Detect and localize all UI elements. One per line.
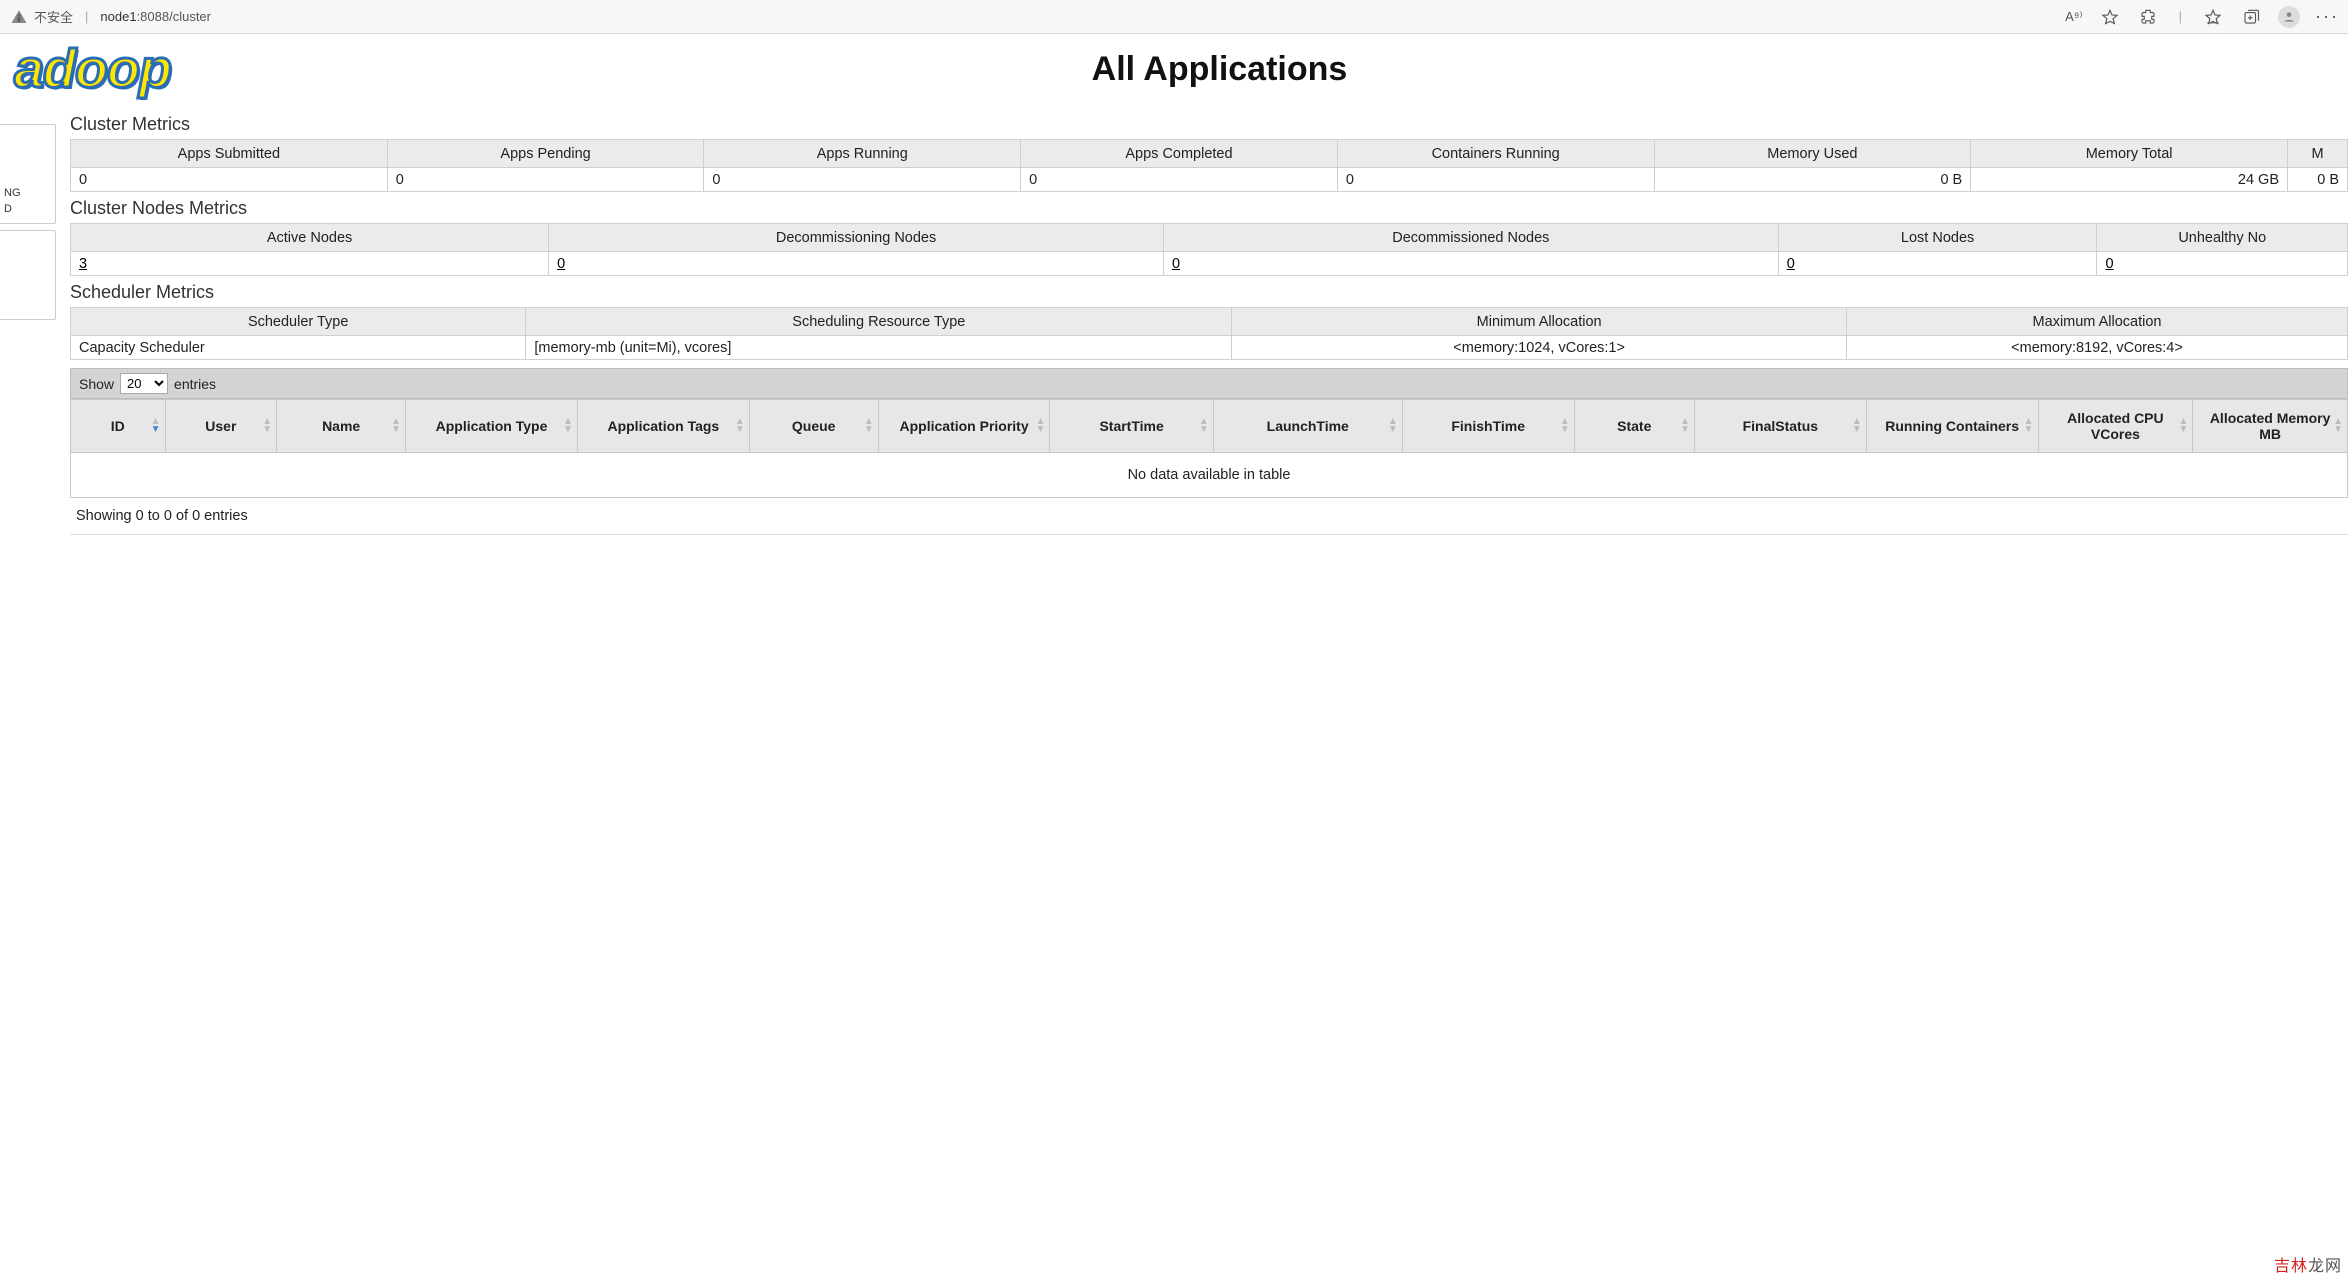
- col-resource-type: Scheduling Resource Type: [526, 308, 1232, 336]
- col-application-type[interactable]: Application Type▲▼: [406, 400, 578, 453]
- browser-toolbar-right: A⁹⁾ | ···: [2065, 6, 2338, 28]
- url-text[interactable]: node1:8088/cluster: [100, 9, 211, 24]
- col-memory-used: Memory Used: [1654, 140, 1971, 168]
- col-finalstatus[interactable]: FinalStatus▲▼: [1694, 400, 1866, 453]
- collections-icon[interactable]: [2240, 6, 2262, 28]
- applications-table: ID▲▼User▲▼Name▲▼Application Type▲▼Applic…: [70, 399, 2348, 498]
- col-queue[interactable]: Queue▲▼: [749, 400, 878, 453]
- sidebar-nav-fragment[interactable]: NG D: [0, 124, 56, 224]
- col-application-priority[interactable]: Application Priority▲▼: [878, 400, 1050, 453]
- active-nodes-link[interactable]: 3: [71, 252, 549, 276]
- col-apps-completed: Apps Completed: [1021, 140, 1338, 168]
- warning-icon: [10, 8, 28, 26]
- col-memory-reserved-partial: M: [2288, 140, 2348, 168]
- col-name[interactable]: Name▲▼: [277, 400, 406, 453]
- col-apps-pending: Apps Pending: [387, 140, 704, 168]
- security-indicator[interactable]: 不安全: [10, 7, 73, 26]
- main-content: adoop All Applications Cluster Metrics A…: [56, 34, 2348, 535]
- nodes-metrics-table: Active Nodes Decommissioning Nodes Decom…: [70, 223, 2348, 276]
- col-max-alloc-partial: Maximum Allocation: [1847, 308, 2348, 336]
- profile-avatar-icon[interactable]: [2278, 6, 2300, 28]
- col-memory-total: Memory Total: [1971, 140, 2288, 168]
- datatable-info: Showing 0 to 0 of 0 entries: [70, 498, 2348, 535]
- section-scheduler-metrics: Scheduler Metrics: [70, 282, 2348, 303]
- section-cluster-metrics: Cluster Metrics: [70, 114, 2348, 135]
- more-icon[interactable]: ···: [2316, 6, 2338, 28]
- table-row: Capacity Scheduler [memory-mb (unit=Mi),…: [71, 336, 2348, 360]
- col-starttime[interactable]: StartTime▲▼: [1050, 400, 1213, 453]
- section-nodes-metrics: Cluster Nodes Metrics: [70, 198, 2348, 219]
- table-row: 0 0 0 0 0 0 B 24 GB 0 B: [71, 168, 2348, 192]
- col-decommissioned-nodes: Decommissioned Nodes: [1163, 224, 1778, 252]
- col-apps-running: Apps Running: [704, 140, 1021, 168]
- col-allocated-cpu-vcores[interactable]: Allocated CPU VCores▲▼: [2038, 400, 2193, 453]
- table-row: 3 0 0 0 0: [71, 252, 2348, 276]
- col-scheduler-type: Scheduler Type: [71, 308, 526, 336]
- divider: |: [85, 9, 88, 24]
- scheduler-metrics-table: Scheduler Type Scheduling Resource Type …: [70, 307, 2348, 360]
- watermark: 吉林龙网: [2274, 1252, 2342, 1276]
- decommissioning-nodes-link[interactable]: 0: [549, 252, 1164, 276]
- show-label: Show: [79, 376, 114, 392]
- entries-label: entries: [174, 376, 216, 392]
- read-aloud-icon[interactable]: A⁹⁾: [2065, 6, 2082, 28]
- col-allocated-memory-mb[interactable]: Allocated Memory MB▲▼: [2193, 400, 2348, 453]
- col-unhealthy-nodes-partial: Unhealthy No: [2097, 224, 2348, 252]
- col-active-nodes: Active Nodes: [71, 224, 549, 252]
- page-title: All Applications: [91, 50, 2348, 89]
- favorite-icon[interactable]: [2099, 6, 2121, 28]
- divider: |: [2179, 6, 2182, 28]
- sidebar: NG D: [0, 34, 56, 535]
- col-containers-running: Containers Running: [1337, 140, 1654, 168]
- col-user[interactable]: User▲▼: [165, 400, 277, 453]
- extensions-icon[interactable]: [2137, 6, 2159, 28]
- empty-message: No data available in table: [71, 453, 2348, 498]
- col-state[interactable]: State▲▼: [1574, 400, 1694, 453]
- table-row-empty: No data available in table: [71, 453, 2348, 498]
- security-label: 不安全: [34, 7, 73, 26]
- col-apps-submitted: Apps Submitted: [71, 140, 388, 168]
- col-launchtime[interactable]: LaunchTime▲▼: [1213, 400, 1402, 453]
- sidebar-nav-fragment-2[interactable]: [0, 230, 56, 320]
- datatable-length-control: Show 102050100 entries: [70, 368, 2348, 399]
- favorites-list-icon[interactable]: [2202, 6, 2224, 28]
- entries-select[interactable]: 102050100: [120, 373, 168, 394]
- decommissioned-nodes-link[interactable]: 0: [1163, 252, 1778, 276]
- cluster-metrics-table: Apps Submitted Apps Pending Apps Running…: [70, 139, 2348, 192]
- lost-nodes-link[interactable]: 0: [1778, 252, 2097, 276]
- browser-address-bar: 不安全 | node1:8088/cluster A⁹⁾ | ···: [0, 0, 2348, 34]
- col-min-alloc: Minimum Allocation: [1232, 308, 1847, 336]
- col-finishtime[interactable]: FinishTime▲▼: [1402, 400, 1574, 453]
- col-decommissioning-nodes: Decommissioning Nodes: [549, 224, 1164, 252]
- col-application-tags[interactable]: Application Tags▲▼: [577, 400, 749, 453]
- col-lost-nodes: Lost Nodes: [1778, 224, 2097, 252]
- col-id[interactable]: ID▲▼: [71, 400, 166, 453]
- unhealthy-nodes-link[interactable]: 0: [2097, 252, 2348, 276]
- col-running-containers[interactable]: Running Containers▲▼: [1866, 400, 2038, 453]
